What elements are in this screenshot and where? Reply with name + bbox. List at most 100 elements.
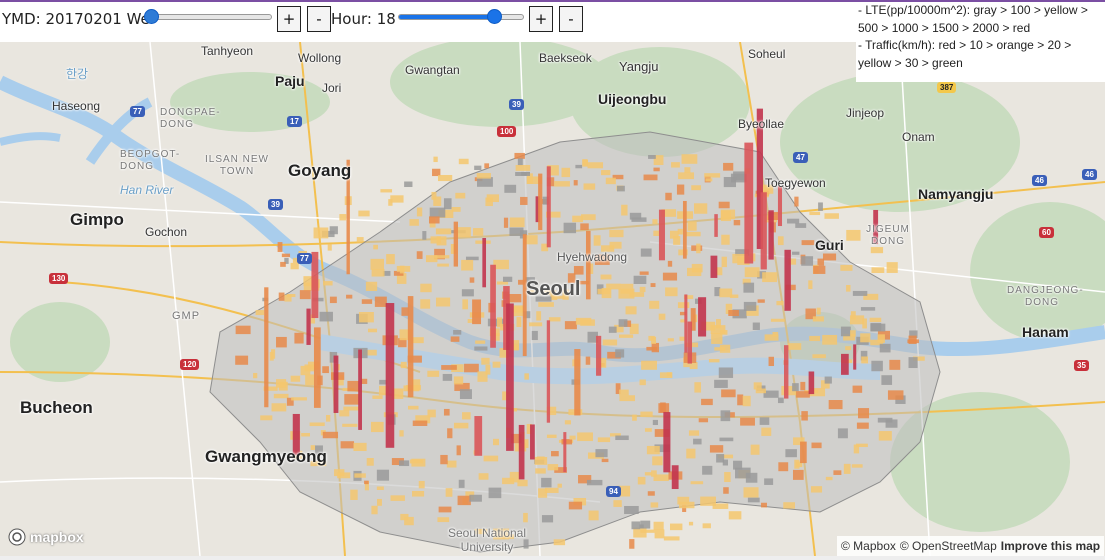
lte-cell — [422, 231, 427, 240]
lte-cell — [458, 479, 465, 488]
label-dongpae: DONGPAE-DONG — [160, 107, 221, 130]
lte-cell — [702, 465, 713, 475]
lte-cell — [663, 536, 680, 541]
lte-cell — [871, 360, 883, 372]
lte-cell — [464, 363, 479, 373]
lte-cell — [305, 374, 315, 386]
lte-cell — [440, 454, 448, 465]
legend-traffic: - Traffic(km/h): red > 10 > orange > 20 … — [858, 38, 1072, 70]
ymd-minus-button[interactable]: - — [307, 6, 331, 32]
lte-bar — [530, 424, 535, 460]
lte-bar — [744, 142, 754, 264]
lte-cell — [347, 380, 360, 392]
lte-cell — [852, 290, 868, 296]
lte-cell — [541, 515, 554, 523]
ymd-slider[interactable] — [144, 9, 272, 24]
lte-bar — [311, 251, 319, 319]
lte-cell — [430, 236, 441, 244]
lte-bar — [808, 371, 815, 395]
legend-panel: - LTE(pp/10000m^2): gray > 100 > yellow … — [856, 2, 1105, 82]
lte-cell — [824, 213, 839, 219]
ymd-plus-button[interactable]: + — [277, 6, 301, 32]
lte-cell — [744, 267, 760, 278]
lte-cell — [585, 356, 591, 365]
lte-cell — [908, 357, 918, 369]
lte-cell — [808, 280, 813, 289]
lte-cell — [553, 539, 566, 546]
lte-bar — [663, 412, 671, 473]
lte-cell — [371, 268, 385, 277]
lte-cell — [356, 237, 364, 243]
lte-cell — [862, 318, 867, 329]
improve-map-link[interactable]: Improve this map — [1001, 539, 1100, 553]
lte-cell — [787, 218, 800, 224]
lte-cell — [453, 329, 462, 335]
route-shield-77: 77 — [130, 106, 145, 117]
lte-cell — [350, 489, 358, 500]
lte-cell — [277, 242, 283, 252]
attrib-osm-link[interactable]: © OpenStreetMap — [900, 539, 997, 553]
lte-cell — [690, 481, 704, 485]
lte-bar — [306, 308, 311, 345]
lte-cell — [840, 326, 851, 337]
lte-cell — [513, 305, 524, 317]
lte-cell — [577, 432, 593, 442]
lte-cell — [327, 244, 332, 251]
hour-minus-button[interactable]: - — [559, 6, 583, 32]
lte-cell — [376, 469, 390, 481]
hour-slider[interactable] — [398, 9, 524, 24]
lte-cell — [496, 317, 503, 328]
map-canvas[interactable]: Goyang Gimpo Bucheon Gwangmyeong Seoul G… — [0, 37, 1105, 557]
lte-bar — [264, 287, 269, 408]
lte-cell — [370, 258, 384, 270]
lte-cell — [502, 477, 515, 485]
lte-cell — [377, 498, 382, 506]
label-tanhyeon: Tanhyeon — [201, 44, 254, 58]
lte-cell — [344, 394, 360, 405]
lte-cell — [705, 178, 713, 182]
lte-cell — [877, 334, 885, 343]
lte-bar — [385, 303, 395, 448]
label-snu: Seoul National University — [447, 526, 527, 554]
lte-cell — [860, 307, 876, 311]
lte-cell — [435, 228, 452, 235]
lte-cell — [461, 259, 474, 271]
lte-cell — [601, 458, 609, 463]
lte-cell — [743, 282, 755, 293]
label-gochon: Gochon — [145, 225, 188, 239]
lte-cell — [908, 335, 917, 344]
lte-cell — [477, 371, 488, 382]
hour-plus-button[interactable]: + — [529, 6, 553, 32]
lte-cell — [688, 521, 694, 526]
lte-cell — [322, 431, 339, 439]
lte-cell — [503, 217, 509, 228]
lte-cell — [810, 486, 823, 493]
lte-cell — [677, 302, 690, 309]
lte-cell — [737, 394, 744, 406]
lte-cell — [794, 196, 799, 207]
lte-cell — [648, 155, 656, 159]
hour-slider-thumb[interactable] — [486, 9, 502, 24]
route-shield-94: 94 — [606, 486, 621, 497]
lte-cell — [462, 299, 469, 310]
attrib-mapbox-link[interactable]: © Mapbox — [841, 539, 896, 553]
lte-cell — [458, 158, 469, 165]
lte-cell — [441, 365, 457, 370]
lte-cell — [846, 229, 861, 241]
mapbox-logo[interactable]: mapbox — [8, 528, 84, 546]
lte-cell — [686, 231, 701, 237]
lte-cell — [358, 312, 374, 323]
lte-bar — [853, 344, 857, 370]
lte-cell — [669, 523, 683, 531]
lte-cell — [309, 422, 325, 427]
ymd-slider-thumb[interactable] — [144, 9, 160, 24]
lte-cell — [850, 330, 856, 337]
lte-cell — [752, 322, 760, 330]
lte-cell — [671, 162, 680, 168]
lte-cell — [652, 219, 658, 224]
lte-cell — [646, 346, 657, 351]
lte-cell — [443, 198, 452, 210]
lte-bar — [698, 297, 707, 337]
lte-cell — [646, 445, 660, 455]
lte-bar — [472, 299, 482, 325]
